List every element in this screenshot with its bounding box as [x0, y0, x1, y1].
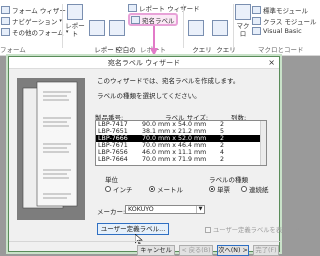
radio-icon — [105, 186, 111, 192]
back-button[interactable]: < 戻る(B) — [179, 245, 213, 256]
macro-icon — [235, 4, 251, 20]
list-scrollbar[interactable] — [260, 121, 266, 165]
dialog-title-bar[interactable]: 宛名ラベル ウィザード × — [9, 57, 279, 69]
other-forms-button[interactable]: その他のフォーム ▾ — [1, 27, 68, 37]
navigation-button[interactable]: ナビゲーション ▾ — [1, 16, 62, 26]
radio-selected-icon — [149, 186, 155, 192]
dialog-button-bar: キャンセル < 戻る(B) 次へ(N) > 完了(F) — [9, 241, 281, 256]
type-single-radio[interactable]: 単票 — [209, 184, 230, 194]
macro-group-label: マクロとコード — [258, 46, 304, 54]
next-button[interactable]: 次へ(N) > — [217, 245, 249, 256]
label-type-list[interactable]: LBP-7417 90.0 mm x 54.0 mm 2 LBP-7651 38… — [95, 120, 267, 166]
close-icon[interactable]: × — [268, 58, 275, 67]
report-wizard-icon — [128, 4, 137, 12]
type-continuous-radio[interactable]: 連続紙 — [241, 184, 269, 194]
form-group-label: フォーム — [0, 46, 26, 54]
chevron-down-icon: ▼ — [196, 206, 204, 213]
radio-selected-icon — [209, 186, 215, 192]
custom-label-button[interactable]: ユーザー定義ラベル... — [97, 223, 169, 235]
list-item-selected[interactable]: LBP-7666 70.0 mm x 52.0 mm 2 — [96, 135, 266, 142]
label-type-group-label: ラベルの種類 — [209, 176, 248, 184]
query-wizard-icon — [188, 20, 204, 36]
query-design-icon — [212, 20, 228, 36]
maker-select[interactable]: KOKUYO ▼ — [125, 205, 205, 214]
unit-group-label: 単位 — [105, 176, 118, 184]
dialog-content: このウィザードでは、宛名ラベルを作成します。 ラベルの種類を選択してください。 … — [9, 70, 301, 256]
label-icon — [131, 16, 140, 24]
class-module-button[interactable]: クラス モジュール — [252, 16, 316, 26]
list-item[interactable]: LBP-7671 70.0 mm x 46.4 mm 2 — [96, 142, 266, 149]
instruction-text: ラベルの種類を選択してください。 — [97, 92, 201, 100]
visual-basic-icon — [252, 27, 261, 35]
label-button[interactable]: 宛名ラベル — [131, 15, 175, 25]
module-icon — [252, 6, 261, 14]
visual-basic-button[interactable]: Visual Basic — [252, 27, 302, 35]
ribbon-separator — [62, 4, 63, 48]
report-design-icon — [89, 20, 105, 36]
ribbon: フォーム ウィザード ナビゲーション ▾ その他のフォーム ▾ フォーム レポート … — [0, 0, 320, 62]
list-item[interactable]: LBP-7656 46.0 mm x 11.1 mm 4 — [96, 149, 266, 156]
pointer-arrow-icon — [150, 26, 158, 56]
navigation-icon — [1, 17, 10, 25]
label-sheet-illustration — [17, 78, 85, 220]
report-button[interactable]: レポート — [64, 4, 86, 38]
finish-button[interactable]: 完了(F) — [253, 245, 279, 256]
other-forms-icon — [1, 28, 10, 36]
show-custom-labels-checkbox[interactable]: ユーザー定義ラベルを表示する — [205, 225, 301, 234]
radio-icon — [241, 186, 247, 192]
dialog-title: 宛名ラベル ウィザード — [107, 58, 181, 67]
list-item[interactable]: LBP-7417 90.0 mm x 54.0 mm 2 — [96, 121, 266, 128]
blank-report-icon — [109, 20, 125, 36]
cancel-button[interactable]: キャンセル — [137, 245, 175, 256]
class-module-icon — [252, 17, 261, 25]
std-module-button[interactable]: 標準モジュール — [252, 5, 308, 15]
unit-metric-radio[interactable]: メートル — [149, 184, 183, 194]
maker-label: メーカー: — [97, 208, 126, 216]
label-wizard-dialog: 宛名ラベル ウィザード × このウィザードでは、宛名ラベルを作成します。 ラベル… — [8, 56, 301, 256]
form-wizard-icon — [1, 6, 10, 14]
list-item[interactable]: LBP-7651 38.1 mm x 21.2 mm 5 — [96, 128, 266, 135]
list-item[interactable]: LBP-7664 70.0 mm x 71.9 mm 2 — [96, 156, 266, 163]
intro-text: このウィザードでは、宛名ラベルを作成します。 — [97, 77, 240, 85]
unit-inch-radio[interactable]: インチ — [105, 184, 133, 194]
report-icon — [67, 4, 83, 20]
macro-button[interactable]: マクロ — [234, 4, 252, 38]
checkbox-icon — [205, 226, 211, 233]
